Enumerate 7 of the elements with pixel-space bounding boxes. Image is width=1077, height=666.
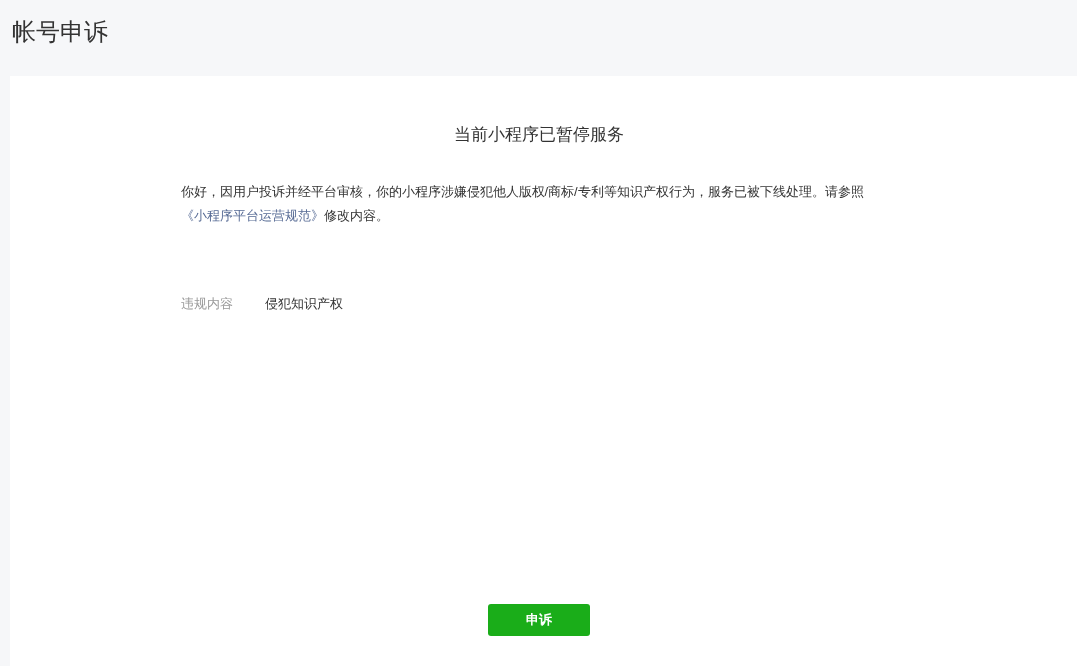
rules-link[interactable]: 《小程序平台运营规范》 [180, 207, 324, 223]
notice-text: 你好，因用户投诉并经平台审核，你的小程序涉嫌侵犯他人版权/商标/专利等知识产权行为，服务已被下线处理。请参照 《小程序平台运营规范》修改内容。 [180, 182, 865, 225]
detail-value: 侵犯知识产权 [264, 294, 343, 313]
appeal-button[interactable]: 申诉 [487, 604, 590, 636]
detail-label: 违规内容 [180, 294, 234, 313]
notice-heading: 当前小程序已暂停服务 [452, 124, 625, 146]
page-title: 帐号申诉 [12, 17, 108, 47]
